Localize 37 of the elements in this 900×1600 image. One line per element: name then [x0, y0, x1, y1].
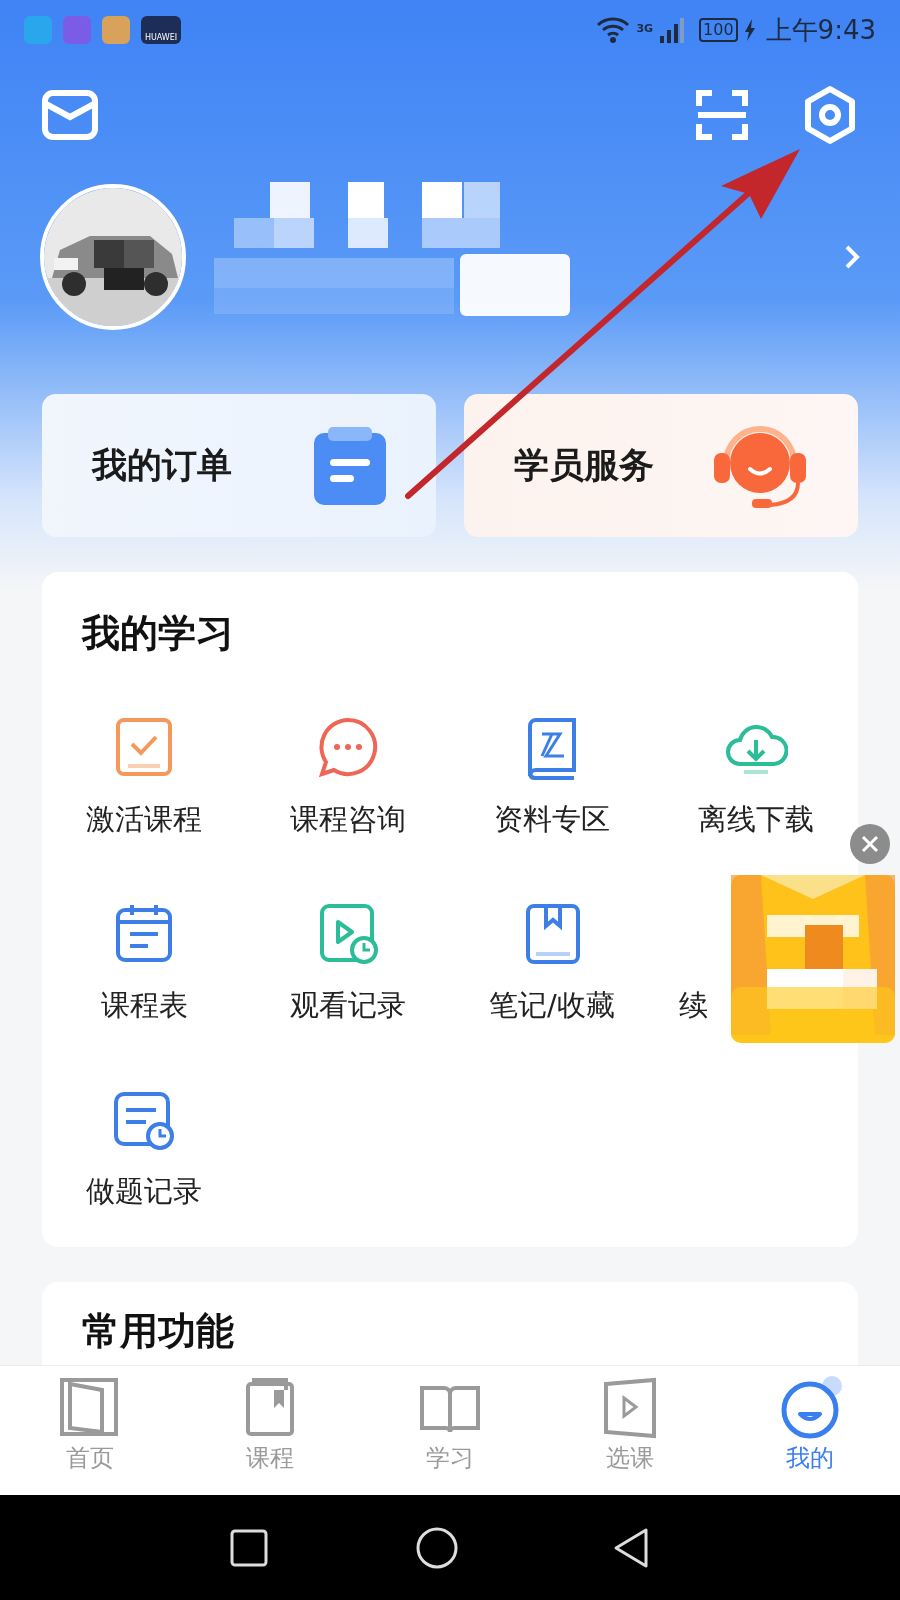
shortcut-item[interactable]: 资料专区 — [494, 800, 610, 838]
section-title: 我的学习 — [80, 610, 235, 657]
back-icon[interactable] — [612, 1526, 650, 1569]
home-icon[interactable] — [416, 1526, 458, 1569]
app-icon: HUAWEI — [141, 16, 181, 44]
shortcut-item[interactable]: 续 — [679, 986, 708, 1024]
shortcut-item[interactable]: 课程咨询 — [290, 800, 406, 838]
recents-icon[interactable] — [230, 1528, 268, 1567]
shortcut-item[interactable]: 做题记录 — [86, 1172, 202, 1210]
tab-item[interactable]: 我的 — [720, 1366, 900, 1495]
shortcut-item[interactable]: 激活课程 — [86, 800, 202, 838]
shortcut-item[interactable]: 笔记/收藏 — [489, 986, 615, 1024]
settings-icon[interactable] — [802, 85, 858, 145]
shortcut-item[interactable]: 观看记录 — [290, 986, 406, 1024]
signal-icon — [659, 16, 686, 44]
app-icon — [24, 16, 52, 44]
charging-icon — [743, 19, 756, 41]
shortcut-item[interactable]: 课程表 — [100, 986, 188, 1024]
card-title: 学员服务 — [514, 444, 654, 488]
clipboard-icon — [314, 426, 386, 505]
close-button[interactable] — [850, 824, 890, 864]
shortcut-item[interactable]: 离线下载 — [698, 800, 814, 838]
chevron-right-icon[interactable] — [844, 244, 860, 270]
section-title: 常用功能 — [82, 1308, 234, 1354]
card-title: 我的订单 — [92, 444, 232, 488]
chat-bubble-icon — [316, 716, 380, 780]
orders-card[interactable]: 我的订单 — [42, 394, 436, 537]
wifi-icon — [596, 16, 631, 44]
network-type: 3G — [636, 20, 654, 37]
app-icon — [63, 16, 91, 44]
app-icon — [102, 16, 130, 44]
status-time: 上午9:43 — [765, 13, 876, 47]
scan-icon[interactable] — [696, 90, 748, 140]
mail-icon[interactable] — [42, 90, 98, 140]
battery-level: 100 — [699, 18, 738, 42]
student-service-card[interactable]: 学员服务 — [464, 394, 858, 537]
close-icon — [861, 835, 879, 853]
